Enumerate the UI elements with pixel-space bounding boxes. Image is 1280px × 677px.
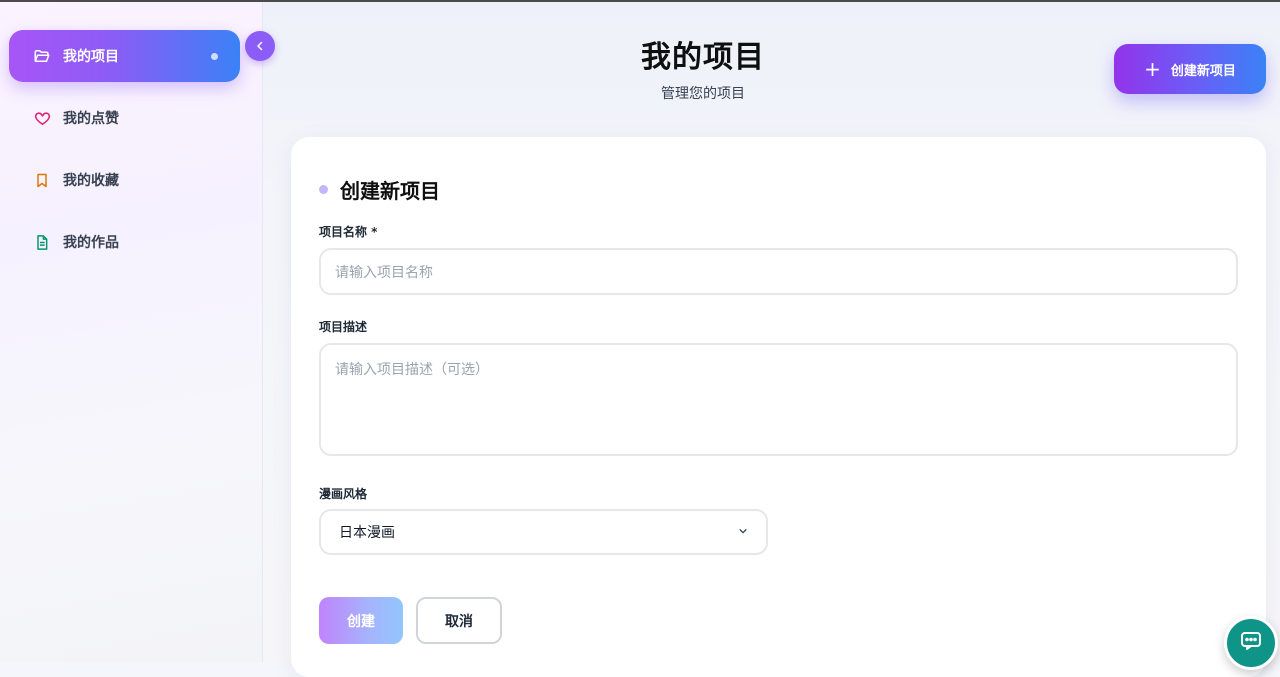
sidebar-item-my-works[interactable]: 我的作品 xyxy=(9,216,240,268)
chevron-down-icon xyxy=(738,524,748,540)
chat-bubble-icon xyxy=(1239,629,1263,657)
comic-style-select[interactable]: 日本漫画 xyxy=(319,509,768,555)
active-indicator-dot xyxy=(211,53,218,60)
title-bullet-dot xyxy=(319,185,328,194)
sidebar-item-label: 我的点赞 xyxy=(63,111,119,127)
create-project-card: 创建新项目 项目名称 * 请输入项目名称 项目描述 请输入项目描述（可选） 漫画… xyxy=(291,137,1266,677)
project-name-placeholder: 请输入项目名称 xyxy=(335,264,433,281)
page-subtitle: 管理您的项目 xyxy=(661,86,745,102)
folder-open-icon xyxy=(33,47,51,65)
cancel-button[interactable]: 取消 xyxy=(416,597,502,644)
project-name-label: 项目名称 * xyxy=(319,225,378,239)
window-top-border xyxy=(0,0,1280,2)
sidebar-item-label: 我的作品 xyxy=(63,235,119,251)
sidebar-collapse-button[interactable] xyxy=(245,31,275,61)
project-name-input[interactable]: 请输入项目名称 xyxy=(319,248,1238,295)
sidebar-item-my-likes[interactable]: 我的点赞 xyxy=(9,92,240,144)
card-title: 创建新项目 xyxy=(319,175,440,204)
create-project-button[interactable]: + 创建新项目 xyxy=(1114,44,1266,94)
heart-icon xyxy=(33,109,51,127)
create-project-label: 创建新项目 xyxy=(1170,63,1236,79)
card-title-text: 创建新项目 xyxy=(340,179,440,203)
document-icon xyxy=(33,233,51,251)
submit-create-button[interactable]: 创建 xyxy=(319,597,403,644)
sidebar-item-label: 我的收藏 xyxy=(63,173,119,189)
comic-style-selected: 日本漫画 xyxy=(339,525,395,541)
project-description-placeholder: 请输入项目描述（可选） xyxy=(335,362,489,378)
bookmark-icon xyxy=(33,171,51,189)
comic-style-label: 漫画风格 xyxy=(319,487,368,501)
sidebar: 我的项目 我的点赞 我的收藏 我的作品 xyxy=(0,2,263,662)
plus-icon: + xyxy=(1144,57,1161,81)
main-content: 我的项目 管理您的项目 + 创建新项目 创建新项目 项目名称 * 请输入项目名称… xyxy=(263,2,1280,677)
sidebar-item-label: 我的项目 xyxy=(63,49,119,65)
sidebar-item-my-favorites[interactable]: 我的收藏 xyxy=(9,154,240,206)
sidebar-item-my-projects[interactable]: 我的项目 xyxy=(9,30,240,82)
project-description-textarea[interactable]: 请输入项目描述（可选） xyxy=(319,343,1238,456)
page-title: 我的项目 xyxy=(641,40,765,75)
project-description-label: 项目描述 xyxy=(319,320,368,334)
chevron-left-icon xyxy=(254,37,266,56)
